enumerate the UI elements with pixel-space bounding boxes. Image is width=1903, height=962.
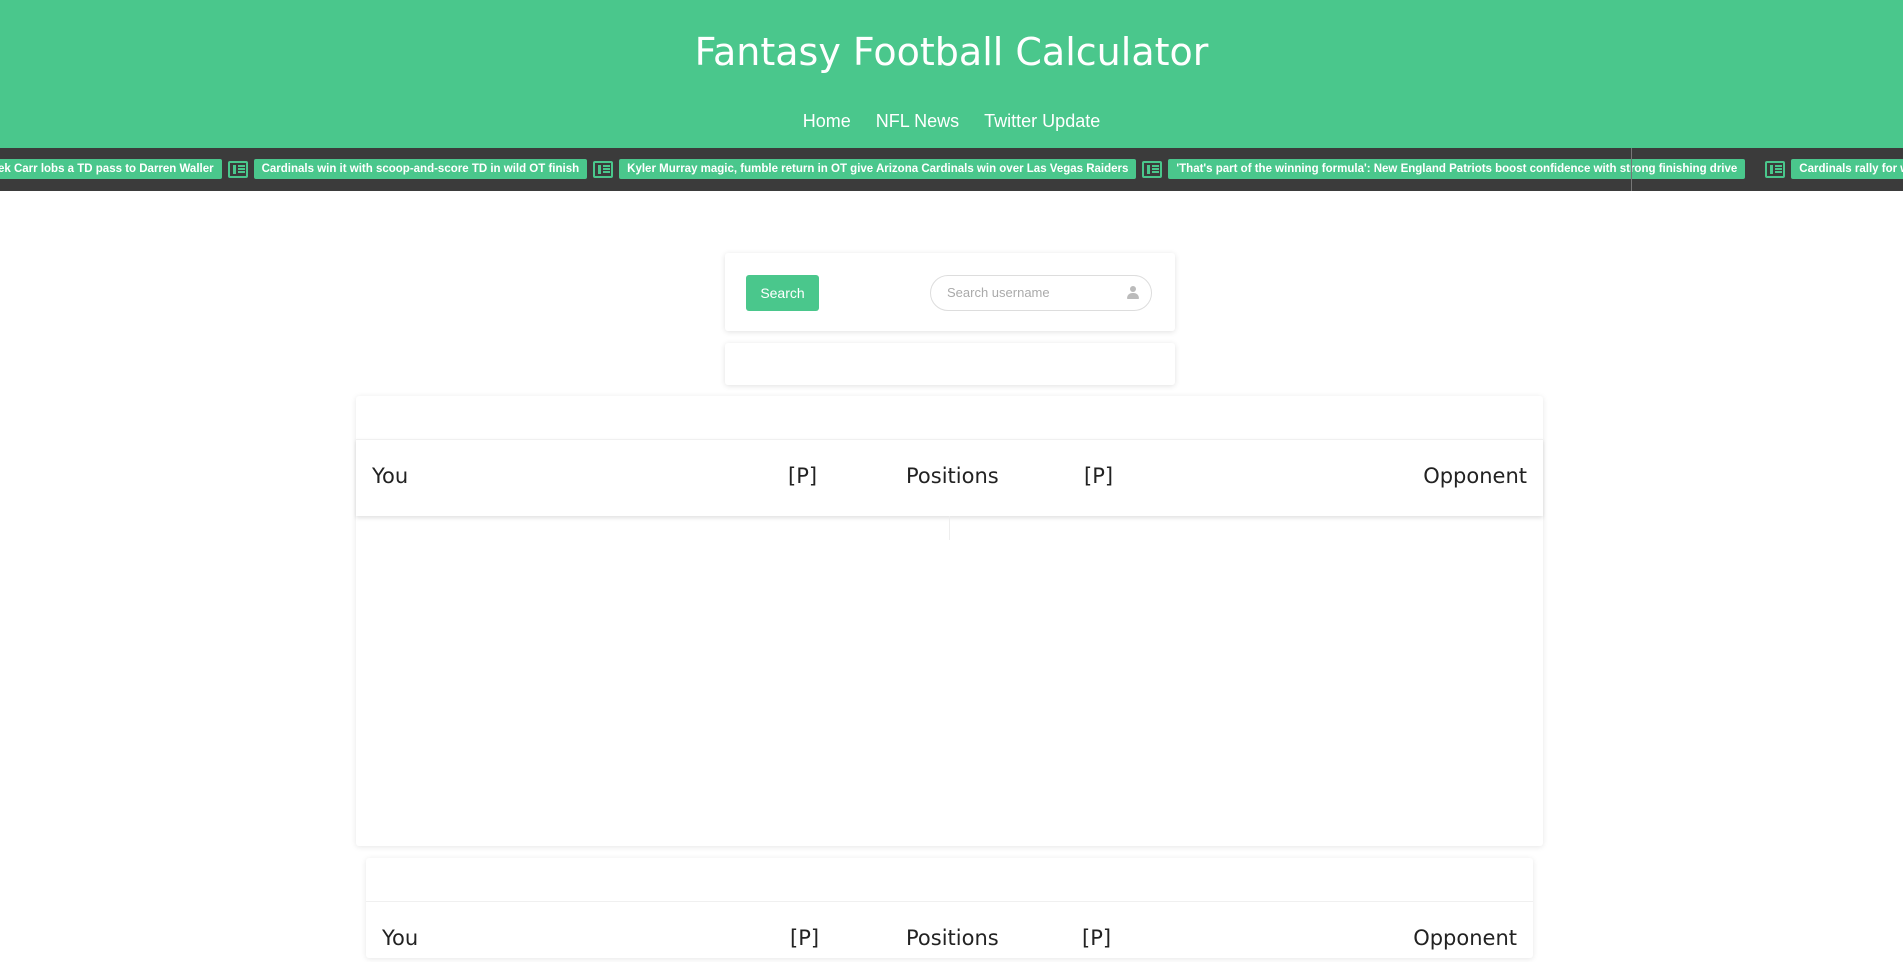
news-ticker: ek Carr lobs a TD pass to Darren Waller … [0, 148, 1903, 191]
search-card: Search [725, 253, 1175, 331]
ticker-track: ek Carr lobs a TD pass to Darren Waller … [0, 159, 1903, 179]
opponent-label: Opponent [1423, 464, 1527, 488]
positions-label: Positions [906, 464, 999, 488]
you-label: You [382, 926, 419, 950]
news-headline[interactable]: 'That's part of the winning formula': Ne… [1168, 159, 1746, 179]
news-headline[interactable]: Cardinals win it with scoop-and-score TD… [253, 159, 588, 179]
your-points-label: [P] [788, 464, 818, 488]
search-username-input[interactable] [945, 284, 1119, 301]
opponent-label: Opponent [1413, 926, 1517, 950]
search-results-card [725, 343, 1175, 385]
newspaper-icon [593, 160, 614, 178]
news-headline[interactable]: ek Carr lobs a TD pass to Darren Waller [0, 159, 222, 179]
newspaper-icon [1765, 160, 1786, 178]
ticker-divider [1631, 148, 1632, 191]
positions-label: Positions [906, 926, 999, 950]
your-points-label: [P] [790, 926, 820, 950]
matchup-header: You [P] Positions [P] Opponent [356, 439, 1543, 516]
nav-nfl-news-link[interactable]: NFL News [876, 111, 959, 131]
you-label: You [372, 464, 409, 488]
user-icon [1126, 286, 1140, 300]
site-header: Fantasy Football Calculator Home NFL New… [0, 0, 1903, 148]
page-title: Fantasy Football Calculator [694, 30, 1209, 74]
news-item[interactable]: Cardinals rally for wild comeback win in… [1765, 159, 1903, 179]
newspaper-icon [227, 160, 248, 178]
nav-home-link[interactable]: Home [803, 111, 851, 131]
newspaper-icon [1142, 160, 1163, 178]
matchup-header: You [P] Positions [P] Opponent [366, 901, 1533, 962]
news-item[interactable]: Cardinals win it with scoop-and-score TD… [227, 159, 588, 179]
news-item[interactable]: Kyler Murray magic, fumble return in OT … [593, 159, 1137, 179]
search-button[interactable]: Search [746, 275, 819, 311]
news-headline[interactable]: Cardinals rally for wild comeback win in… [1791, 159, 1903, 179]
news-headline[interactable]: Kyler Murray magic, fumble return in OT … [619, 159, 1137, 179]
nav-twitter-update-link[interactable]: Twitter Update [984, 111, 1100, 131]
news-item[interactable]: 'That's part of the winning formula': Ne… [1142, 159, 1746, 179]
matchup-card: You [P] Positions [P] Opponent [356, 396, 1543, 846]
opponent-points-label: [P] [1082, 926, 1112, 950]
center-divider [949, 516, 950, 540]
opponent-points-label: [P] [1084, 464, 1114, 488]
main-nav: Home NFL News Twitter Update [0, 111, 1903, 132]
search-field[interactable] [930, 275, 1152, 311]
matchup-card: You [P] Positions [P] Opponent [366, 858, 1533, 958]
news-item[interactable]: ek Carr lobs a TD pass to Darren Waller [0, 159, 222, 179]
